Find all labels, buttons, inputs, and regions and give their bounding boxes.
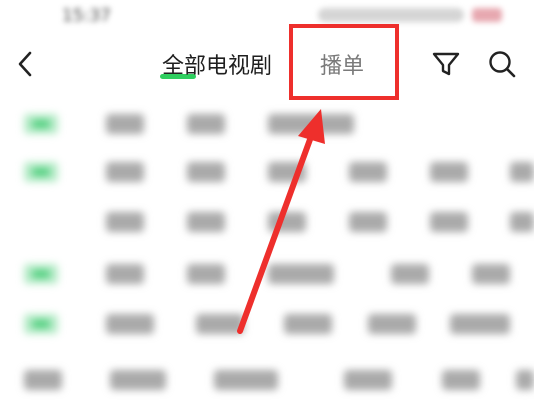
filter-chip[interactable] [268, 212, 306, 232]
tab-all-tv-series[interactable]: 全部电视剧 [162, 48, 272, 80]
status-indicators [318, 8, 464, 22]
filter-chip[interactable] [510, 212, 534, 232]
filter-chip[interactable] [106, 114, 144, 134]
filter-chip[interactable] [349, 162, 387, 182]
filter-chip[interactable] [187, 264, 225, 284]
category-filter-grid [0, 98, 534, 411]
filter-chip[interactable] [110, 370, 166, 390]
filter-chip[interactable] [187, 114, 225, 134]
filter-chip[interactable] [430, 212, 468, 232]
filter-chip[interactable] [344, 370, 392, 390]
filter-chip[interactable] [187, 212, 225, 232]
filter-chip[interactable] [214, 370, 278, 390]
filter-chip[interactable] [24, 314, 58, 334]
filter-chip[interactable] [268, 162, 306, 182]
filter-chip[interactable] [106, 264, 144, 284]
top-nav-bar: 全部电视剧 播单 [0, 34, 534, 98]
filter-chip[interactable] [450, 314, 510, 334]
filter-chip[interactable] [24, 162, 58, 182]
filter-chip[interactable] [430, 162, 468, 182]
filter-chip[interactable] [472, 264, 510, 284]
search-icon [489, 51, 516, 78]
filter-chip[interactable] [24, 264, 58, 284]
filter-chip[interactable] [24, 114, 58, 134]
filter-chip[interactable] [268, 264, 334, 284]
status-bar: 15:37 [0, 0, 534, 34]
back-button[interactable] [8, 46, 44, 82]
battery-icon [472, 8, 502, 22]
filter-chip[interactable] [24, 370, 62, 390]
chevron-left-icon [18, 51, 32, 77]
filter-chip[interactable] [516, 370, 534, 390]
filter-chip[interactable] [442, 370, 480, 390]
filter-chip[interactable] [510, 162, 534, 182]
filter-funnel-icon [432, 52, 460, 76]
tab-playlist[interactable]: 播单 [320, 48, 364, 80]
filter-chip[interactable] [106, 314, 154, 334]
filter-chip[interactable] [349, 212, 387, 232]
filter-chip[interactable] [391, 264, 429, 284]
filter-button[interactable] [428, 46, 464, 82]
search-button[interactable] [484, 46, 520, 82]
filter-chip[interactable] [368, 314, 416, 334]
status-time: 15:37 [62, 6, 111, 26]
filter-chip[interactable] [284, 314, 332, 334]
filter-chip[interactable] [187, 162, 225, 182]
filter-chip[interactable] [268, 114, 354, 134]
filter-chip[interactable] [106, 162, 144, 182]
filter-chip[interactable] [106, 212, 144, 232]
filter-chip[interactable] [196, 314, 244, 334]
